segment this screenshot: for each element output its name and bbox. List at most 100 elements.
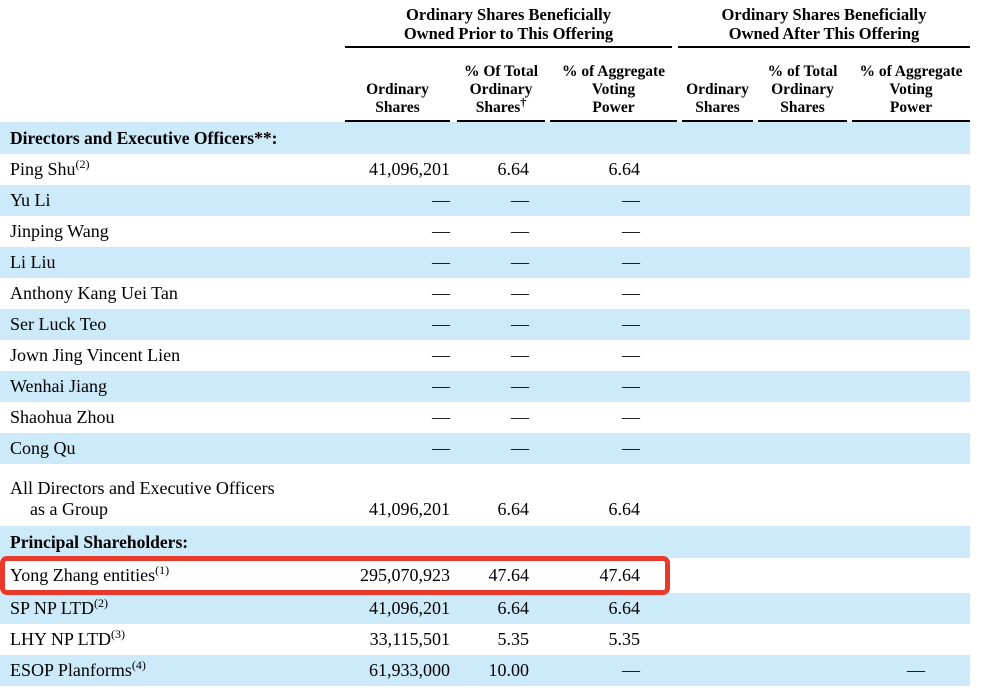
- column-header-pct-total-ordinary-after: % of Total Ordinary Shares: [758, 48, 847, 122]
- cell-voting-power-prior: 47.64: [545, 565, 677, 586]
- table-row: All Directors and Executive Officersas a…: [0, 464, 970, 526]
- cell-pct-total-prior: 6.64: [452, 499, 545, 520]
- table-group-header-row: Ordinary Shares Beneficially Owned Prior…: [0, 0, 970, 48]
- cell-voting-power-prior: —: [545, 221, 677, 242]
- cell-ordinary-shares-prior: 295,070,923: [345, 565, 452, 586]
- table-row: Wenhai Jiang———: [0, 371, 970, 402]
- column-header-pct-total-ordinary-prior: % Of Total Ordinary Shares†: [457, 48, 545, 122]
- beneficial-ownership-table: Ordinary Shares Beneficially Owned Prior…: [0, 0, 970, 686]
- shareholder-name: SP NP LTD(2): [0, 598, 345, 619]
- cell-pct-total-prior: —: [452, 283, 545, 304]
- table-row: SP NP LTD(2)41,096,2016.646.64: [0, 593, 970, 624]
- shareholder-name: Jinping Wang: [0, 221, 345, 242]
- shareholder-name: Ser Luck Teo: [0, 314, 345, 335]
- shareholder-name-line: Jinping Wang: [10, 221, 345, 242]
- table-row: Jown Jing Vincent Lien———: [0, 340, 970, 371]
- shareholder-name-line: Wenhai Jiang: [10, 376, 345, 397]
- column-header-line: Voting: [852, 81, 970, 99]
- group-header-line: Owned Prior to This Offering: [345, 24, 672, 43]
- cell-voting-power-prior: —: [545, 660, 677, 681]
- column-header-ordinary-shares-prior: Ordinary Shares: [345, 48, 450, 122]
- column-header-ordinary-shares-after: Ordinary Shares: [682, 48, 753, 122]
- shareholder-name: LHY NP LTD(3): [0, 629, 345, 650]
- cell-pct-total-prior: —: [452, 407, 545, 428]
- shareholder-name-line: SP NP LTD(2): [10, 598, 345, 619]
- column-header-line: Shares: [345, 99, 450, 117]
- shareholder-name: Shaohua Zhou: [0, 407, 345, 428]
- shareholder-name-line: Li Liu: [10, 252, 345, 273]
- shareholder-name: All Directors and Executive Officersas a…: [0, 478, 345, 520]
- cell-pct-total-prior: —: [452, 438, 545, 459]
- footnote-reference: (2): [94, 596, 108, 610]
- cell-pct-total-prior: 10.00: [452, 660, 545, 681]
- cell-ordinary-shares-prior: —: [345, 190, 452, 211]
- shareholder-name-line: as a Group: [10, 499, 345, 520]
- shareholder-name-line: ESOP Planforms(4): [10, 660, 345, 681]
- table-row: Anthony Kang Uei Tan———: [0, 278, 970, 309]
- group-header-prior-offering: Ordinary Shares Beneficially Owned Prior…: [345, 5, 672, 48]
- cell-voting-power-prior: 6.64: [545, 159, 677, 180]
- section-header-row: Principal Shareholders:: [0, 526, 970, 558]
- cell-voting-power-prior: —: [545, 345, 677, 366]
- shareholder-name-line: Cong Qu: [10, 438, 345, 459]
- shareholder-name: Anthony Kang Uei Tan: [0, 283, 345, 304]
- cell-ordinary-shares-prior: —: [345, 438, 452, 459]
- cell-voting-power-prior: 6.64: [545, 499, 677, 520]
- shareholder-name: Cong Qu: [0, 438, 345, 459]
- cell-ordinary-shares-prior: 41,096,201: [345, 598, 452, 619]
- column-header-line: % of Total: [758, 63, 847, 81]
- cell-voting-power-prior: —: [545, 438, 677, 459]
- cell-voting-power-prior: —: [545, 190, 677, 211]
- group-header-line: Ordinary Shares Beneficially: [345, 5, 672, 24]
- cell-ordinary-shares-prior: —: [345, 376, 452, 397]
- table-row: Cong Qu———: [0, 433, 970, 464]
- beneficial-ownership-table-page: Ordinary Shares Beneficially Owned Prior…: [0, 0, 991, 696]
- table-row: ESOP Planforms(4)61,933,00010.00——: [0, 655, 970, 686]
- cell-ordinary-shares-prior: —: [345, 283, 452, 304]
- group-header-after-offering: Ordinary Shares Beneficially Owned After…: [678, 5, 970, 48]
- column-header-line: Shares: [682, 99, 753, 117]
- cell-ordinary-shares-prior: —: [345, 345, 452, 366]
- cell-pct-total-prior: —: [452, 190, 545, 211]
- shareholder-name: Yu Li: [0, 190, 345, 211]
- cell-pct-total-prior: —: [452, 376, 545, 397]
- column-header-line: % of Aggregate: [852, 63, 970, 81]
- shareholder-name: Wenhai Jiang: [0, 376, 345, 397]
- shareholder-name-line: Ser Luck Teo: [10, 314, 345, 335]
- column-header-aggregate-voting-after: % of Aggregate Voting Power: [852, 48, 970, 122]
- cell-pct-total-prior: —: [452, 221, 545, 242]
- cell-ordinary-shares-prior: 41,096,201: [345, 159, 452, 180]
- shareholder-name-line: LHY NP LTD(3): [10, 629, 345, 650]
- shareholder-name-line: All Directors and Executive Officers: [10, 478, 345, 499]
- table-row: Yu Li———: [0, 185, 970, 216]
- footnote-reference: (4): [132, 658, 146, 672]
- column-header-aggregate-voting-prior: % of Aggregate Voting Power: [550, 48, 677, 122]
- cell-pct-total-prior: —: [452, 314, 545, 335]
- cell-voting-power-prior: 6.64: [545, 598, 677, 619]
- cell-voting-power-prior: —: [545, 314, 677, 335]
- cell-ordinary-shares-prior: —: [345, 407, 452, 428]
- dagger-footnote-mark: †: [520, 95, 526, 109]
- column-header-line: Ordinary: [345, 81, 450, 99]
- shareholder-name-line: Shaohua Zhou: [10, 407, 345, 428]
- cell-voting-power-prior: —: [545, 407, 677, 428]
- header-spacer: [0, 48, 345, 122]
- footnote-reference: (3): [111, 627, 125, 641]
- shareholder-name-line: Yong Zhang entities(1): [10, 565, 345, 586]
- shareholder-name-line: Yu Li: [10, 190, 345, 211]
- cell-voting-power-prior: —: [545, 376, 677, 397]
- column-header-line: Ordinary: [457, 81, 545, 99]
- cell-pct-total-prior: —: [452, 252, 545, 273]
- cell-ordinary-shares-prior: 33,115,501: [345, 629, 452, 650]
- cell-voting-power-prior: —: [545, 252, 677, 273]
- cell-pct-total-prior: 47.64: [452, 565, 545, 586]
- cell-pct-total-prior: 5.35: [452, 629, 545, 650]
- shareholder-name-line: Ping Shu(2): [10, 159, 345, 180]
- group-header-line: Ordinary Shares Beneficially: [678, 5, 970, 24]
- cell-ordinary-shares-prior: 41,096,201: [345, 499, 452, 520]
- cell-voting-power-prior: 5.35: [545, 629, 677, 650]
- column-header-text: Shares: [476, 99, 521, 116]
- shareholder-name: Jown Jing Vincent Lien: [0, 345, 345, 366]
- table-row: Ser Luck Teo———: [0, 309, 970, 340]
- column-header-line: Power: [852, 99, 970, 117]
